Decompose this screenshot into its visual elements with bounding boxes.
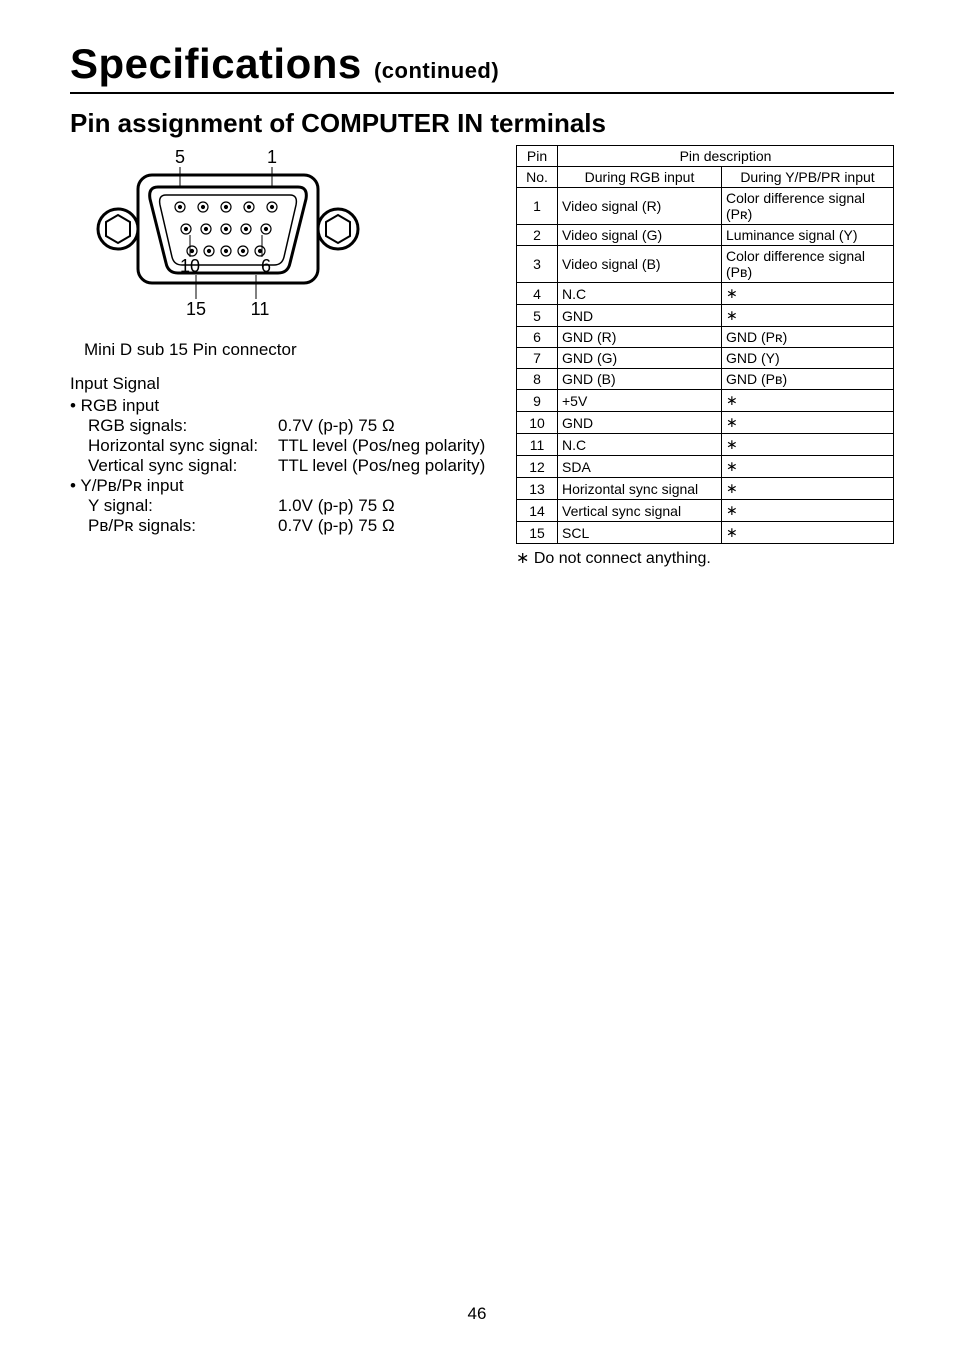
table-row: 14Vertical sync signal∗ bbox=[517, 500, 894, 522]
left-column: 5 1 10 6 15 11 bbox=[70, 145, 510, 536]
pin-table: Pin Pin description No. During RGB input… bbox=[516, 145, 894, 544]
table-row: 9+5V∗ bbox=[517, 390, 894, 412]
page-number: 46 bbox=[0, 1304, 954, 1324]
ypbpr-row-0: Y signal: 1.0V (p-p) 75 Ω bbox=[70, 496, 510, 516]
ypbpr-label-0: Y signal: bbox=[70, 496, 278, 516]
rgb-value-2: TTL level (Pos/neg polarity) bbox=[278, 456, 510, 476]
svg-text:5: 5 bbox=[175, 147, 185, 167]
table-row: 1Video signal (R)Color difference signal… bbox=[517, 188, 894, 225]
table-row: 7GND (G)GND (Y) bbox=[517, 348, 894, 369]
ypbpr-bullet: • Y/Pʙ/Pʀ input bbox=[70, 476, 510, 496]
ypbpr-value-1: 0.7V (p-p) 75 Ω bbox=[278, 516, 510, 536]
svg-text:11: 11 bbox=[251, 299, 270, 319]
right-column: Pin Pin description No. During RGB input… bbox=[516, 145, 894, 568]
title-divider bbox=[70, 92, 894, 94]
table-row: 6GND (R)GND (Pʀ) bbox=[517, 327, 894, 348]
ypbpr-value-0: 1.0V (p-p) 75 Ω bbox=[278, 496, 510, 516]
table-row: 15SCL∗ bbox=[517, 522, 894, 544]
content-row: 5 1 10 6 15 11 bbox=[70, 145, 894, 568]
th-yp: During Y/PB/PR input bbox=[722, 167, 894, 188]
connector-caption: Mini D sub 15 Pin connector bbox=[84, 340, 510, 360]
ypbpr-label-1: Pʙ/Pʀ signals: bbox=[70, 516, 278, 536]
th-rgb: During RGB input bbox=[558, 167, 722, 188]
svg-text:1: 1 bbox=[267, 147, 277, 167]
rgb-row-0: RGB signals: 0.7V (p-p) 75 Ω bbox=[70, 416, 510, 436]
table-row: 13Horizontal sync signal∗ bbox=[517, 478, 894, 500]
rgb-value-0: 0.7V (p-p) 75 Ω bbox=[278, 416, 510, 436]
table-row: 12SDA∗ bbox=[517, 456, 894, 478]
table-row: 3Video signal (B)Color difference signal… bbox=[517, 246, 894, 283]
connector-diagram: 5 1 10 6 15 11 bbox=[80, 147, 510, 332]
input-signal-heading: Input Signal bbox=[70, 374, 510, 394]
pin-table-body: 1Video signal (R)Color difference signal… bbox=[517, 188, 894, 544]
title-continued: (continued) bbox=[374, 58, 499, 83]
title-main: Specifications bbox=[70, 40, 362, 87]
table-row: 2Video signal (G)Luminance signal (Y) bbox=[517, 225, 894, 246]
table-row: 4N.C∗ bbox=[517, 283, 894, 305]
table-row: 10GND∗ bbox=[517, 412, 894, 434]
rgb-value-1: TTL level (Pos/neg polarity) bbox=[278, 436, 510, 456]
th-no: No. bbox=[517, 167, 558, 188]
table-row: 8GND (B)GND (Pʙ) bbox=[517, 369, 894, 390]
rgb-label-2: Vertical sync signal: bbox=[70, 456, 278, 476]
table-row: 5GND∗ bbox=[517, 305, 894, 327]
rgb-row-1: Horizontal sync signal: TTL level (Pos/n… bbox=[70, 436, 510, 456]
th-pin: Pin bbox=[517, 146, 558, 167]
section-title: Pin assignment of COMPUTER IN terminals bbox=[70, 108, 894, 139]
page-title: Specifications (continued) bbox=[70, 40, 894, 88]
ypbpr-row-1: Pʙ/Pʀ signals: 0.7V (p-p) 75 Ω bbox=[70, 516, 510, 536]
rgb-bullet: • RGB input bbox=[70, 396, 510, 416]
rgb-label-1: Horizontal sync signal: bbox=[70, 436, 278, 456]
rgb-row-2: Vertical sync signal: TTL level (Pos/neg… bbox=[70, 456, 510, 476]
th-desc: Pin description bbox=[558, 146, 894, 167]
table-footnote: ∗ Do not connect anything. bbox=[516, 548, 894, 568]
svg-text:15: 15 bbox=[186, 299, 206, 319]
rgb-label-0: RGB signals: bbox=[70, 416, 278, 436]
table-row: 11N.C∗ bbox=[517, 434, 894, 456]
